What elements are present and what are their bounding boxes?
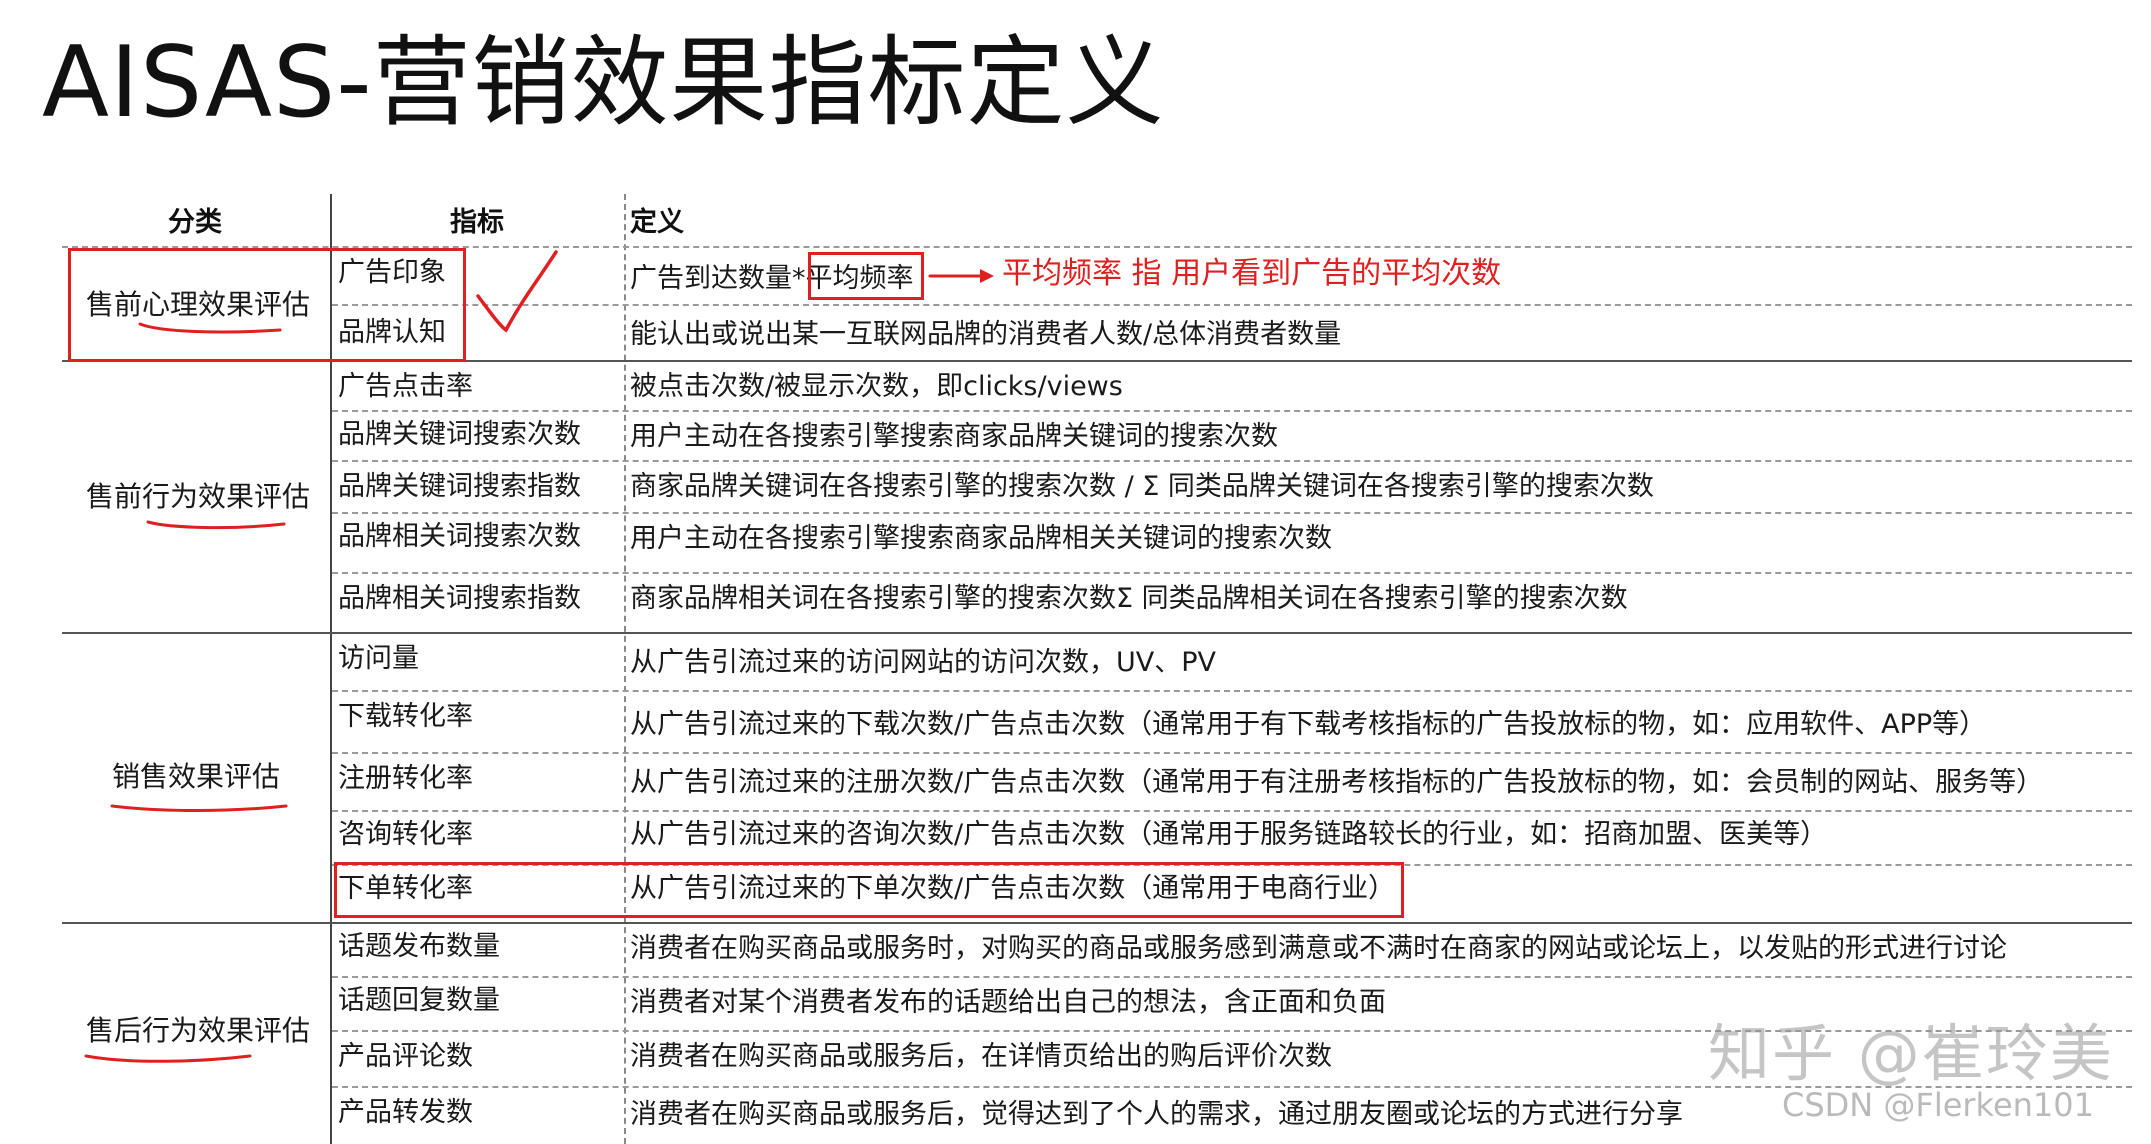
definition-cell: 消费者在购买商品或服务后，在详情页给出的购后评价次数 bbox=[630, 1041, 1332, 1072]
watermark-zhihu: 知乎 @崔玲美 bbox=[1708, 1017, 2114, 1090]
definition-cell: 从广告引流过来的访问网站的访问次数，UV、PV bbox=[630, 647, 1216, 678]
group-divider bbox=[62, 922, 2132, 924]
definition-cell: 用户主动在各搜索引擎搜索商家品牌关键词的搜索次数 bbox=[630, 421, 1278, 452]
category-label: 售前行为效果评估 bbox=[86, 480, 311, 513]
underline-mark bbox=[110, 804, 288, 812]
indicator-cell: 注册转化率 bbox=[338, 763, 473, 794]
indicator-cell: 话题发布数量 bbox=[338, 931, 500, 962]
arrow-head-icon bbox=[980, 269, 994, 283]
row-divider bbox=[332, 460, 2132, 462]
header-category: 分类 bbox=[168, 207, 222, 238]
row-divider bbox=[332, 810, 2132, 812]
definition-cell: 商家品牌相关词在各搜索引擎的搜索次数Σ 同类品牌相关词在各搜索引擎的搜索次数 bbox=[630, 583, 1628, 614]
definition-cell: 消费者对某个消费者发布的话题给出自己的想法，含正面和负面 bbox=[630, 987, 1386, 1018]
definition-cell: 能认出或说出某一互联网品牌的消费者人数/总体消费者数量 bbox=[630, 319, 1342, 350]
annotation-note: 平均频率 指 用户看到广告的平均次数 bbox=[1002, 256, 1502, 291]
row-divider bbox=[332, 304, 2132, 306]
definition-cell: 被点击次数/被显示次数，即clicks/views bbox=[630, 371, 1123, 402]
header-indicator: 指标 bbox=[450, 207, 504, 238]
page-title: AISAS-营销效果指标定义 bbox=[42, 26, 1165, 140]
indicator-cell: 品牌关键词搜索指数 bbox=[338, 471, 581, 502]
definition-cell: 从广告引流过来的注册次数/广告点击次数（通常用于有注册考核指标的广告投放标的物，… bbox=[630, 767, 2044, 798]
highlight-box-presale-psych bbox=[68, 248, 466, 362]
header-definition: 定义 bbox=[630, 207, 684, 238]
definition-cell: 从广告引流过来的咨询次数/广告点击次数（通常用于服务链路较长的行业，如：招商加盟… bbox=[630, 819, 1828, 850]
indicator-cell: 品牌关键词搜索次数 bbox=[338, 419, 581, 450]
underline-mark bbox=[146, 520, 286, 530]
row-divider bbox=[332, 752, 2132, 754]
definition-cell: 商家品牌关键词在各搜索引擎的搜索次数 / Σ 同类品牌关键词在各搜索引擎的搜索次… bbox=[630, 471, 1654, 502]
highlight-box-avg-frequency bbox=[808, 252, 924, 300]
slide: AISAS-营销效果指标定义 分类 指标 定义 售前心理效果评估 售前行为效果评… bbox=[0, 0, 2151, 1144]
row-divider bbox=[332, 572, 2132, 574]
group-divider bbox=[62, 632, 2132, 634]
indicator-cell: 咨询转化率 bbox=[338, 819, 473, 850]
row-divider bbox=[332, 410, 2132, 412]
underline-mark bbox=[84, 1054, 252, 1063]
definition-cell: 用户主动在各搜索引擎搜索商家品牌相关关键词的搜索次数 bbox=[630, 523, 1332, 554]
indicator-cell: 产品评论数 bbox=[338, 1041, 473, 1072]
row-divider bbox=[332, 976, 2132, 978]
indicator-cell: 广告点击率 bbox=[338, 371, 473, 402]
definition-cell: 消费者在购买商品或服务后，觉得达到了个人的需求，通过朋友圈或论坛的方式进行分享 bbox=[630, 1099, 1683, 1130]
indicator-cell: 访问量 bbox=[338, 643, 419, 674]
indicator-cell: 话题回复数量 bbox=[338, 985, 500, 1016]
category-label: 售后行为效果评估 bbox=[86, 1014, 311, 1047]
definition-cell: 从广告引流过来的下载次数/广告点击次数（通常用于有下载考核指标的广告投放标的物，… bbox=[630, 709, 1987, 740]
row-divider bbox=[332, 512, 2132, 514]
indicator-cell: 产品转发数 bbox=[338, 1097, 473, 1128]
category-label: 销售效果评估 bbox=[112, 760, 281, 793]
indicator-cell: 品牌相关词搜索指数 bbox=[338, 583, 581, 614]
check-mark-icon bbox=[476, 250, 558, 333]
row-divider bbox=[332, 690, 2132, 692]
indicator-cell: 下载转化率 bbox=[338, 701, 473, 732]
highlight-box-order-conversion bbox=[334, 862, 1404, 918]
definition-cell: 消费者在购买商品或服务时，对购买的商品或服务感到满意或不满时在商家的网站或论坛上… bbox=[630, 933, 2007, 964]
indicator-cell: 品牌相关词搜索次数 bbox=[338, 521, 581, 552]
column-divider bbox=[624, 194, 626, 1144]
watermark-csdn: CSDN @Flerken101 bbox=[1782, 1086, 2094, 1124]
